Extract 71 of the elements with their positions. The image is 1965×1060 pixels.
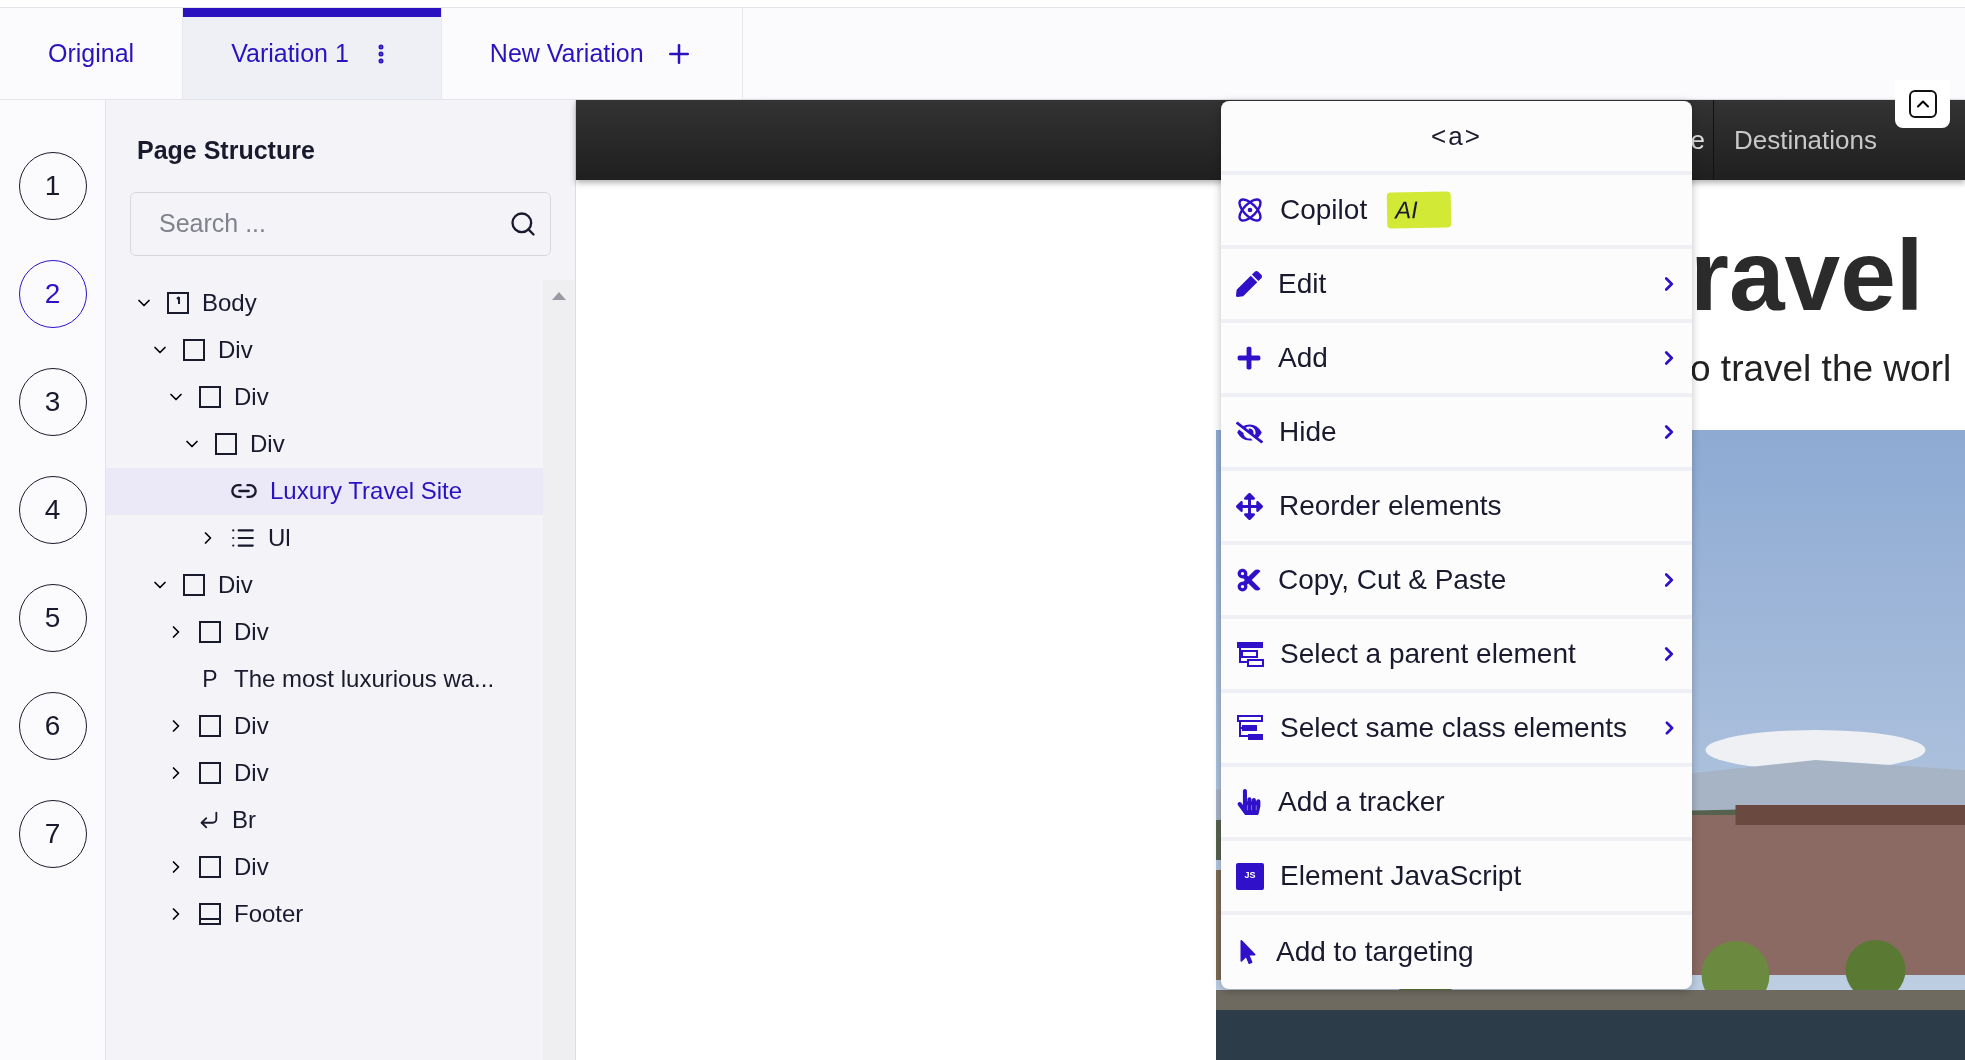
tree-label: Footer bbox=[234, 899, 304, 929]
menu-item[interactable]: Select a parent element bbox=[1221, 619, 1692, 693]
square-icon bbox=[182, 338, 206, 362]
menu-item[interactable]: JS Element JavaScript bbox=[1221, 841, 1692, 915]
tree-label: Div bbox=[234, 711, 269, 741]
menu-item[interactable]: Reorder elements bbox=[1221, 471, 1692, 545]
menu-item[interactable]: Add a tracker bbox=[1221, 767, 1692, 841]
body-icon bbox=[166, 291, 190, 315]
square-icon bbox=[214, 432, 238, 456]
tree-label: Br bbox=[232, 805, 256, 835]
scrollbar[interactable] bbox=[543, 279, 575, 1060]
tree-item[interactable]: Div bbox=[106, 561, 543, 609]
tree-item[interactable]: Div bbox=[106, 843, 543, 891]
menu-item[interactable]: Add bbox=[1221, 323, 1692, 397]
menu-item[interactable]: Copilot AI bbox=[1221, 175, 1692, 249]
collapse-button[interactable] bbox=[1895, 80, 1950, 128]
javascript-icon: JS bbox=[1236, 862, 1264, 890]
tree-item[interactable]: Div bbox=[106, 326, 543, 374]
tree-item[interactable]: P The most luxurious wa... bbox=[106, 655, 543, 703]
square-icon bbox=[198, 855, 222, 879]
menu-item[interactable]: Copy, Cut & Paste bbox=[1221, 545, 1692, 619]
plus-icon bbox=[1236, 345, 1262, 371]
menu-item[interactable]: Edit bbox=[1221, 249, 1692, 323]
tree-item[interactable]: Ul bbox=[106, 514, 543, 562]
nav-link[interactable]: Destinations bbox=[1713, 100, 1897, 180]
footer-icon bbox=[198, 902, 222, 926]
menu-item[interactable]: Hide bbox=[1221, 397, 1692, 471]
tree-label: Body bbox=[202, 288, 257, 318]
square-icon bbox=[182, 573, 206, 597]
tree-label: Div bbox=[218, 335, 253, 365]
tree-label: Luxury Travel Site bbox=[270, 476, 463, 506]
hierarchy-icon bbox=[1236, 714, 1264, 742]
tree-item[interactable]: Div bbox=[106, 749, 543, 797]
tree-label: Div bbox=[234, 758, 269, 788]
pencil-icon bbox=[1236, 271, 1262, 297]
page-subtitle: o travel the worl bbox=[1690, 347, 1953, 391]
tree-item[interactable]: Div bbox=[106, 420, 543, 468]
variation-tab[interactable]: Variation 1 bbox=[183, 8, 442, 99]
move-arrows-icon bbox=[1236, 492, 1263, 520]
square-icon bbox=[198, 714, 222, 738]
tree-label: Div bbox=[234, 852, 269, 882]
tree-item[interactable]: Body bbox=[106, 279, 543, 327]
tree-label: Div bbox=[234, 617, 269, 647]
tree-label: Div bbox=[234, 382, 269, 412]
tree-item[interactable]: Br bbox=[106, 796, 543, 844]
line-break-icon bbox=[198, 809, 220, 831]
tree-item[interactable]: Div bbox=[106, 608, 543, 656]
page-heading: ravel bbox=[1690, 225, 1925, 325]
paragraph-icon: P bbox=[198, 661, 222, 697]
panel-title: Page Structure bbox=[136, 135, 315, 166]
search-field[interactable]: Search ... bbox=[130, 191, 551, 256]
search-icon[interactable] bbox=[509, 209, 537, 238]
scissors-icon bbox=[1236, 567, 1262, 593]
menu-item[interactable]: Select same class elements bbox=[1221, 693, 1692, 767]
tree-label: Div bbox=[218, 570, 253, 600]
menu-title: <a> bbox=[1221, 101, 1692, 175]
atom-icon bbox=[1236, 196, 1264, 224]
tree-item[interactable]: Div bbox=[106, 702, 543, 750]
square-icon bbox=[198, 761, 222, 785]
tree-label: The most luxurious wa... bbox=[234, 664, 495, 694]
hierarchy-icon bbox=[1236, 640, 1264, 668]
hand-pointer-icon bbox=[1236, 789, 1262, 815]
square-icon bbox=[198, 620, 222, 644]
tree-item[interactable]: Luxury Travel Site bbox=[106, 467, 543, 515]
tree-item[interactable]: Footer bbox=[106, 890, 543, 938]
tree-label: Div bbox=[250, 429, 285, 459]
tree-item[interactable]: Div bbox=[106, 373, 543, 421]
square-icon bbox=[198, 385, 222, 409]
ai-badge: AI bbox=[1386, 191, 1452, 229]
tree-label: Ul bbox=[268, 523, 291, 553]
menu-item[interactable]: Add to targeting bbox=[1221, 915, 1692, 989]
